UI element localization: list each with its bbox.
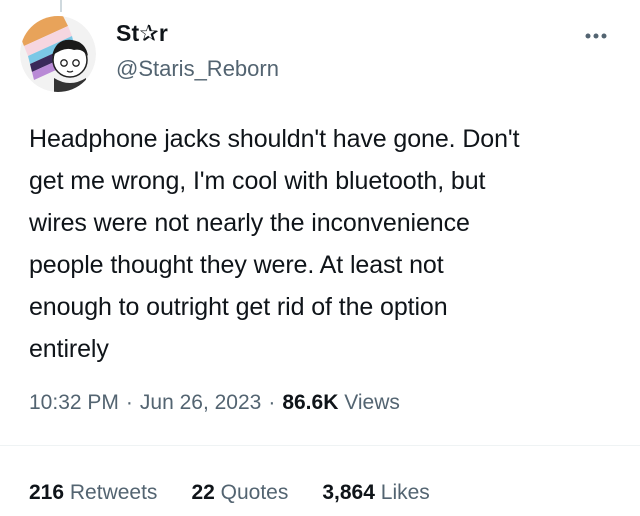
- tweet-line: get me wrong, I'm cool with bluetooth, b…: [29, 167, 486, 195]
- likes-label: Likes: [380, 481, 430, 504]
- tweet-meta: 10:32 PM · Jun 26, 2023 · 86.6K Views: [29, 391, 400, 415]
- views-label: Views: [344, 391, 400, 414]
- tweet-text: Headphone jacks shouldn't have gone. Don…: [29, 118, 629, 370]
- avatar[interactable]: [20, 16, 96, 92]
- quotes-label: Quotes: [220, 481, 289, 504]
- engagement-stats: 216 Retweets 22 Quotes 3,864 Likes: [29, 481, 464, 505]
- quotes-stat[interactable]: 22 Quotes: [191, 481, 288, 504]
- tweet-time[interactable]: 10:32 PM: [29, 391, 119, 414]
- more-dots-icon[interactable]: [578, 24, 614, 48]
- meta-separator: ·: [125, 391, 133, 414]
- likes-count: 3,864: [322, 481, 375, 504]
- tweet-line: wires were not nearly the inconvenience: [29, 209, 470, 237]
- views-count[interactable]: 86.6K: [282, 391, 338, 414]
- tweet-line: entirely: [29, 335, 109, 363]
- tweet-line: enough to outright get rid of the option: [29, 293, 448, 321]
- retweets-label: Retweets: [69, 481, 158, 504]
- retweets-count: 216: [29, 481, 65, 504]
- tweet-date[interactable]: Jun 26, 2023: [140, 391, 261, 414]
- author-display-name[interactable]: St✰r: [116, 20, 168, 47]
- meta-separator: ·: [268, 391, 276, 414]
- likes-stat[interactable]: 3,864 Likes: [322, 481, 429, 504]
- tweet: St✰r @Staris_Reborn Headphone jacks shou…: [0, 0, 640, 516]
- retweets-stat[interactable]: 216 Retweets: [29, 481, 157, 504]
- tweet-line: Headphone jacks shouldn't have gone. Don…: [29, 125, 520, 153]
- tweet-line: people thought they were. At least not: [29, 251, 444, 279]
- quotes-count: 22: [191, 481, 215, 504]
- divider: [0, 445, 640, 446]
- thread-line: [60, 0, 62, 12]
- author-handle[interactable]: @Staris_Reborn: [116, 56, 279, 82]
